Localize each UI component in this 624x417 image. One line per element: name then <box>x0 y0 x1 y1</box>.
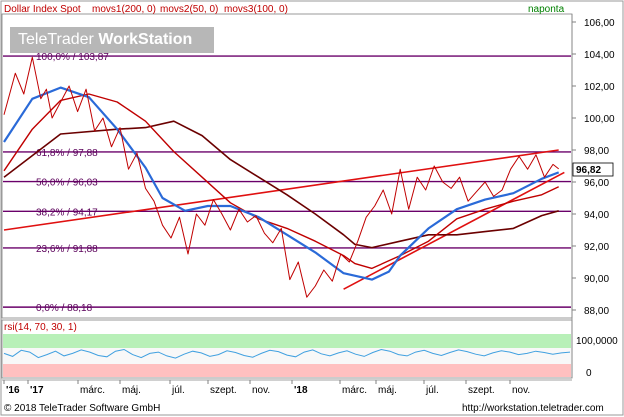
rsi-label: rsi(14, 70, 30, 1) <box>4 322 77 333</box>
footer-copyright: © 2018 TeleTrader Software GmbH <box>4 403 160 414</box>
footer-url[interactable]: http://workstation.teletrader.com <box>462 403 604 414</box>
fib-label: 0,0% / 88,18 <box>36 303 93 314</box>
rsi-overbought-zone <box>3 334 571 348</box>
time-tick-label: szept. <box>468 385 495 396</box>
header-period: naponta <box>528 4 565 15</box>
time-tick-label: '17 <box>30 385 44 396</box>
rsi-tick-100: 100,0000 <box>576 336 618 347</box>
price-tick-label: 92,00 <box>584 242 609 253</box>
time-tick-label: nov. <box>252 385 270 396</box>
price-tick-label: 98,00 <box>584 146 609 157</box>
watermark-brand: TeleTrader <box>18 31 94 48</box>
price-tick-label: 90,00 <box>584 274 609 285</box>
price-tick-label: 100,00 <box>584 114 615 125</box>
price-tick-label: 94,00 <box>584 210 609 221</box>
rsi-tick-0: 0 <box>586 368 592 379</box>
time-tick-label: '18 <box>294 385 308 396</box>
rsi-oversold-zone <box>3 364 571 377</box>
price-tick-label: 96,00 <box>584 178 609 189</box>
price-tick-label: 102,00 <box>584 82 615 93</box>
time-tick-label: júl. <box>171 385 185 396</box>
rsi-neutral-zone <box>3 348 571 364</box>
price-tick-label: 88,00 <box>584 306 609 317</box>
header-ma2: movs2(50, 0) <box>160 4 218 15</box>
header-ma1: movs1(200, 0) <box>92 4 156 15</box>
time-tick-label: máj. <box>122 385 141 396</box>
header-ma3: movs3(100, 0) <box>224 4 288 15</box>
chart-canvas: Dollar Index Spot movs1(200, 0) movs2(50… <box>0 0 624 416</box>
watermark-product: WorkStation <box>98 31 193 48</box>
time-tick-label: márc. <box>80 385 105 396</box>
time-tick-label: szept. <box>210 385 237 396</box>
time-tick-label: '16 <box>6 385 20 396</box>
price-tick-label: 106,00 <box>584 18 615 29</box>
last-price-label: 96,82 <box>576 165 601 176</box>
price-tick-label: 104,00 <box>584 50 615 61</box>
header-instrument: Dollar Index Spot <box>4 4 81 15</box>
time-tick-label: máj. <box>378 385 397 396</box>
time-tick-label: júl. <box>425 385 439 396</box>
time-tick-label: márc. <box>342 385 367 396</box>
fib-label: 50,0% / 96,03 <box>36 178 98 189</box>
fib-label: 61,8% / 97,88 <box>36 148 98 159</box>
fib-label: 38,2% / 94,17 <box>36 207 98 218</box>
fib-label: 23,6% / 91,88 <box>36 244 98 255</box>
teletrader-watermark: TeleTrader WorkStation <box>10 27 214 53</box>
time-tick-label: nov. <box>512 385 530 396</box>
fib-label: 100,0% / 103,87 <box>36 52 109 63</box>
